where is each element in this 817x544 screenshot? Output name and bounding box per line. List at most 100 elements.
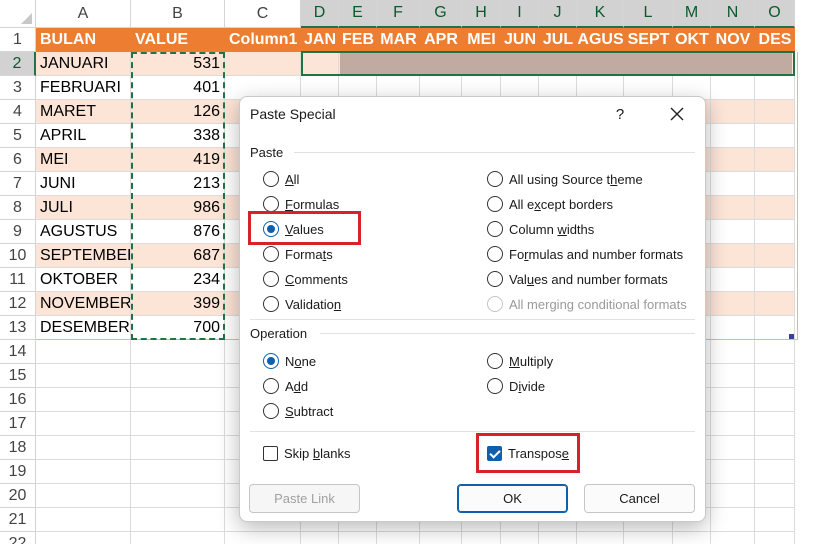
radio-button[interactable] (263, 271, 279, 287)
table-header-cell[interactable]: OKT (673, 28, 711, 52)
ok-button[interactable]: OK (457, 484, 568, 513)
month-cell[interactable]: FEBRUARI (36, 76, 131, 100)
empty-cell[interactable] (131, 388, 225, 412)
paste-link-button[interactable]: Paste Link (249, 484, 360, 513)
month-cell[interactable]: AGUSTUS (36, 220, 131, 244)
row-header-15[interactable]: 15 (0, 364, 36, 388)
empty-cell[interactable] (755, 460, 795, 484)
empty-cell[interactable] (501, 532, 539, 544)
radio-button[interactable] (263, 196, 279, 212)
column-header-h[interactable]: H (462, 0, 501, 28)
table-cell[interactable] (711, 292, 755, 316)
value-cell[interactable]: 419 (131, 148, 225, 172)
empty-cell[interactable] (711, 508, 755, 532)
column-header-n[interactable]: N (711, 0, 755, 28)
row-header-17[interactable]: 17 (0, 412, 36, 436)
table-cell[interactable] (711, 172, 755, 196)
close-button[interactable] (664, 102, 690, 126)
empty-cell[interactable] (131, 340, 225, 364)
column-header-f[interactable]: F (377, 0, 420, 28)
operation-radio-1[interactable]: Add (263, 376, 308, 396)
skip-blanks-box[interactable] (263, 445, 278, 461)
table-cell[interactable] (711, 124, 755, 148)
empty-cell[interactable] (131, 508, 225, 532)
empty-cell[interactable] (755, 412, 795, 436)
table-cell[interactable] (501, 52, 539, 76)
paste-option-right-radio-3[interactable]: Formulas and number formats (487, 244, 683, 264)
value-cell[interactable]: 234 (131, 268, 225, 292)
table-header-cell[interactable]: VALUE (131, 28, 225, 52)
month-cell[interactable]: OKTOBER (36, 268, 131, 292)
table-header-cell[interactable]: AGUS (577, 28, 624, 52)
empty-cell[interactable] (673, 532, 711, 544)
table-cell[interactable] (711, 52, 755, 76)
table-cell[interactable] (225, 52, 301, 76)
empty-cell[interactable] (539, 532, 577, 544)
value-cell[interactable]: 126 (131, 100, 225, 124)
radio-button[interactable] (263, 171, 279, 187)
empty-cell[interactable] (36, 460, 131, 484)
column-header-m[interactable]: M (673, 0, 711, 28)
table-cell[interactable] (624, 52, 673, 76)
table-header-cell[interactable]: SEPT (624, 28, 673, 52)
table-cell[interactable] (755, 292, 795, 316)
operation-radio-0[interactable]: None (263, 351, 316, 371)
empty-cell[interactable] (755, 508, 795, 532)
empty-cell[interactable] (755, 436, 795, 460)
radio-button[interactable] (263, 221, 279, 237)
row-header-2[interactable]: 2 (0, 52, 36, 76)
empty-cell[interactable] (377, 532, 420, 544)
radio-button[interactable] (487, 221, 503, 237)
month-cell[interactable]: NOVEMBER (36, 292, 131, 316)
empty-cell[interactable] (755, 388, 795, 412)
row-header-1[interactable]: 1 (0, 28, 36, 52)
month-cell[interactable]: MARET (36, 100, 131, 124)
row-header-7[interactable]: 7 (0, 172, 36, 196)
radio-button[interactable] (263, 378, 279, 394)
table-cell[interactable] (462, 52, 501, 76)
table-cell[interactable] (577, 52, 624, 76)
table-cell[interactable] (755, 196, 795, 220)
paste-option-right-radio-4[interactable]: Values and number formats (487, 269, 668, 289)
empty-cell[interactable] (711, 412, 755, 436)
radio-button[interactable] (487, 271, 503, 287)
month-cell[interactable]: JUNI (36, 172, 131, 196)
column-header-l[interactable]: L (624, 0, 673, 28)
table-cell[interactable] (755, 220, 795, 244)
radio-button[interactable] (487, 196, 503, 212)
value-cell[interactable]: 213 (131, 172, 225, 196)
table-header-cell[interactable]: BULAN (36, 28, 131, 52)
table-cell[interactable] (755, 244, 795, 268)
paste-option-radio-0[interactable]: All (263, 169, 299, 189)
empty-cell[interactable] (36, 412, 131, 436)
column-header-g[interactable]: G (420, 0, 462, 28)
column-header-d[interactable]: D (301, 0, 339, 28)
cancel-button[interactable]: Cancel (584, 484, 695, 513)
table-cell[interactable] (673, 52, 711, 76)
table-header-cell[interactable]: APR (420, 28, 462, 52)
table-header-cell[interactable]: JAN (301, 28, 339, 52)
month-cell[interactable]: MEI (36, 148, 131, 172)
table-cell[interactable] (711, 76, 755, 100)
empty-cell[interactable] (301, 532, 339, 544)
table-header-cell[interactable]: NOV (711, 28, 755, 52)
transpose-box[interactable] (487, 445, 502, 461)
row-header-20[interactable]: 20 (0, 484, 36, 508)
table-header-cell[interactable]: DES (755, 28, 795, 52)
paste-option-radio-2[interactable]: Values (263, 219, 324, 239)
empty-cell[interactable] (462, 532, 501, 544)
table-header-cell[interactable]: Column1 (225, 28, 301, 52)
row-header-22[interactable]: 22 (0, 532, 36, 544)
value-cell[interactable]: 338 (131, 124, 225, 148)
row-header-12[interactable]: 12 (0, 292, 36, 316)
value-cell[interactable]: 687 (131, 244, 225, 268)
empty-cell[interactable] (131, 412, 225, 436)
column-header-e[interactable]: E (339, 0, 377, 28)
row-header-16[interactable]: 16 (0, 388, 36, 412)
empty-cell[interactable] (36, 484, 131, 508)
empty-cell[interactable] (711, 340, 755, 364)
empty-cell[interactable] (131, 364, 225, 388)
empty-cell[interactable] (131, 460, 225, 484)
radio-button[interactable] (263, 353, 279, 369)
month-cell[interactable]: JANUARI (36, 52, 131, 76)
